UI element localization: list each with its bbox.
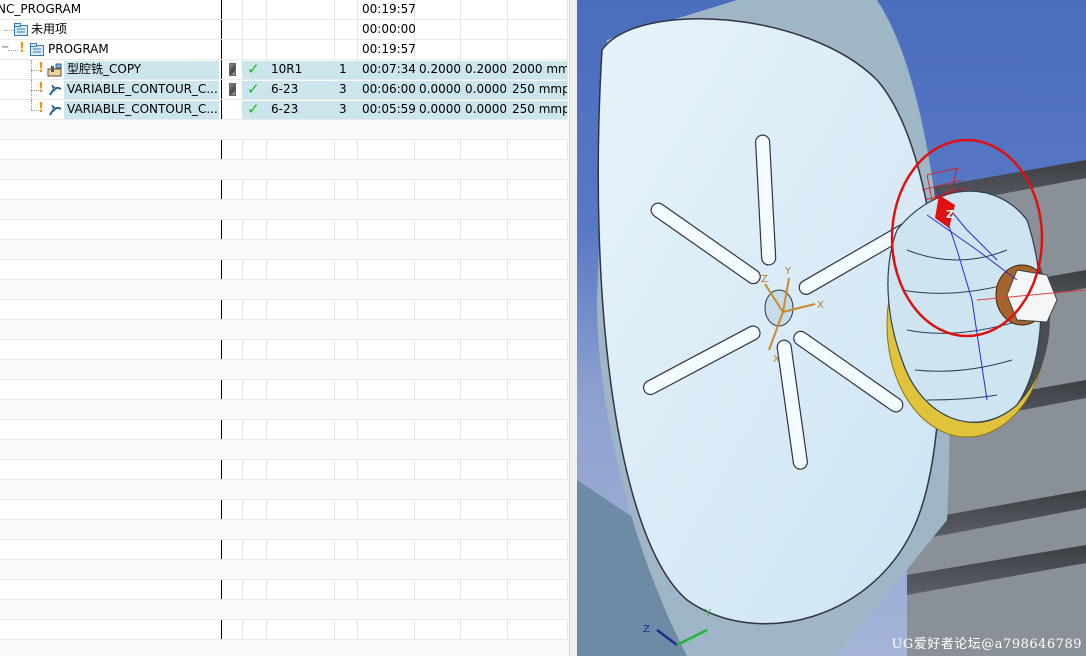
empty-row <box>0 180 569 200</box>
empty-row <box>0 120 569 140</box>
tree-row-program[interactable]: − ! PROGRAM 00:19:57 <box>0 40 569 60</box>
empty-row <box>0 380 569 400</box>
row-time: 00:00:00 <box>362 22 416 36</box>
row-time: 00:19:57 <box>362 42 416 56</box>
exclamation-icon: ! <box>38 101 44 116</box>
operation-tree: NC_PROGRAM 00:19:57 未用项 00:00:00 − ! PRO… <box>0 0 569 656</box>
variable-contour-icon <box>48 83 63 100</box>
tree-row-unused-items[interactable]: 未用项 00:00:00 <box>0 20 569 40</box>
empty-row <box>0 240 569 260</box>
row-time: 00:07:34 <box>362 62 416 76</box>
empty-row <box>0 480 569 500</box>
check-icon: ✓ <box>247 80 260 98</box>
empty-row <box>0 340 569 360</box>
tree-connector <box>4 30 14 31</box>
scene-canvas: X Y X Z Z Z Y <box>577 0 1086 656</box>
row-stock-side: 0.0000 <box>419 82 461 96</box>
tree-connector <box>31 100 32 110</box>
row-tool-number: 3 <box>339 82 347 96</box>
tree-row-operation[interactable]: ! 型腔铣_COPY ✓ 10R1 1 00:07:34 0.2000 0.20… <box>0 60 569 80</box>
empty-row <box>0 420 569 440</box>
table-z-label: Z <box>761 274 768 285</box>
toolpath-icon <box>229 63 236 76</box>
row-stock-side: 0.2000 <box>419 62 461 76</box>
row-name: 未用项 <box>31 22 68 36</box>
table-y-label: Y <box>784 266 792 277</box>
view-triad-y-label: Y <box>704 608 712 619</box>
pane-splitter[interactable] <box>569 0 577 656</box>
empty-rows <box>0 120 569 656</box>
row-time: 00:06:00 <box>362 82 416 96</box>
watermark-text: UG爱好者论坛@a798646789 <box>891 637 1082 652</box>
empty-row <box>0 540 569 560</box>
empty-row <box>0 160 569 180</box>
empty-row <box>0 320 569 340</box>
variable-contour-icon <box>48 103 63 120</box>
empty-row <box>0 280 569 300</box>
exclamation-icon: ! <box>38 81 44 96</box>
row-stock-floor: 0.2000 <box>465 62 507 76</box>
empty-row <box>0 560 569 580</box>
empty-row <box>0 580 569 600</box>
view-triad-z-label: Z <box>643 624 650 635</box>
empty-row <box>0 620 569 640</box>
graphics-window[interactable]: X Y X Z Z Z Y UG爱好者论坛@a798646789 <box>577 0 1086 656</box>
row-tool-number: 3 <box>339 102 347 116</box>
operation-navigator: NC_PROGRAM 00:19:57 未用项 00:00:00 − ! PRO… <box>0 0 569 656</box>
row-name: NC_PROGRAM <box>0 2 82 16</box>
row-stock-side: 0.0000 <box>419 102 461 116</box>
row-time: 00:05:59 <box>362 102 416 116</box>
empty-row <box>0 440 569 460</box>
toolpath-icon <box>229 83 236 96</box>
tool-axis-label: Z <box>946 208 954 221</box>
row-feed: 2000 mm <box>512 62 567 76</box>
check-icon: ✓ <box>247 60 260 78</box>
row-tool: 6-23 <box>271 82 299 96</box>
folder-icon <box>30 43 44 59</box>
empty-row <box>0 640 569 656</box>
exclamation-icon: ! <box>19 41 25 56</box>
empty-row <box>0 600 569 620</box>
empty-row <box>0 400 569 420</box>
row-name: 型腔铣_COPY <box>67 62 142 76</box>
row-stock-floor: 0.0000 <box>465 102 507 116</box>
empty-row <box>0 260 569 280</box>
exclamation-icon: ! <box>38 61 44 76</box>
tree-row-operation[interactable]: ! VARIABLE_CONTOUR_C... ✓ 6-23 3 00:05:5… <box>0 100 569 120</box>
collapse-toggle-icon[interactable]: − <box>1 42 9 53</box>
empty-row <box>0 200 569 220</box>
cavity-mill-icon <box>47 63 63 80</box>
row-tool-number: 1 <box>339 62 347 76</box>
row-name: VARIABLE_CONTOUR_C... <box>67 82 217 96</box>
empty-row <box>0 300 569 320</box>
folder-icon <box>14 23 28 39</box>
tree-connector <box>8 50 18 51</box>
check-icon: ✓ <box>247 100 260 118</box>
row-name: PROGRAM <box>48 42 109 56</box>
row-tool: 6-23 <box>271 102 299 116</box>
row-time: 00:19:57 <box>362 2 416 16</box>
tree-row-nc-program[interactable]: NC_PROGRAM 00:19:57 <box>0 0 569 20</box>
table-x-label: X <box>817 300 824 311</box>
table-x2-label: X <box>773 354 780 365</box>
row-stock-floor: 0.0000 <box>465 82 507 96</box>
empty-row <box>0 220 569 240</box>
empty-row <box>0 520 569 540</box>
row-feed: 250 mmp <box>512 102 567 116</box>
empty-row <box>0 460 569 480</box>
empty-row <box>0 500 569 520</box>
row-feed: 250 mmp <box>512 82 567 96</box>
tree-row-operation[interactable]: ! VARIABLE_CONTOUR_C... ✓ 6-23 3 00:06:0… <box>0 80 569 100</box>
row-tool: 10R1 <box>271 62 303 76</box>
empty-row <box>0 140 569 160</box>
row-name: VARIABLE_CONTOUR_C... <box>67 102 217 116</box>
empty-row <box>0 360 569 380</box>
